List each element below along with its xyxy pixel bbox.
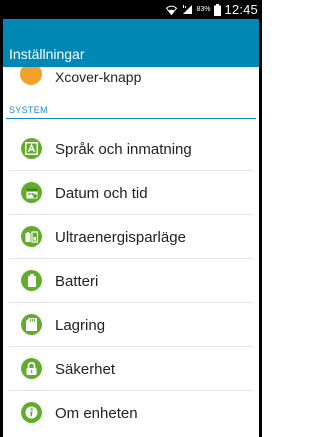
status-bar: 83% 12:45: [0, 0, 262, 19]
battery-percent: 83%: [196, 6, 211, 13]
list-item-label: Batteri: [55, 273, 99, 290]
phone-screen: 83% 12:45 Inställningar Xcover-knapp SYS…: [0, 0, 262, 437]
status-clock: 12:45: [224, 2, 258, 17]
list-item-label: Xcover-knapp: [55, 69, 142, 85]
list-item-label: Ultraenergisparläge: [55, 229, 186, 246]
battery-icon: [214, 3, 222, 16]
wifi-icon: [166, 5, 178, 15]
storage-icon: [21, 314, 42, 335]
list-item-about-device[interactable]: Om enheten: [0, 391, 262, 435]
section-divider: [6, 118, 256, 119]
list-item-ultra-power-saving[interactable]: Ultraenergisparläge: [0, 215, 262, 259]
list-item-language-input[interactable]: Språk och inmatning: [0, 127, 262, 171]
list-item-label: Om enheten: [55, 405, 138, 422]
list-item-label: Datum och tid: [55, 185, 148, 202]
page-title: Inställningar: [9, 46, 85, 62]
battery-icon: [21, 270, 42, 291]
info-icon: [21, 402, 42, 423]
list-item-label: Lagring: [55, 317, 106, 334]
list-item-label: Språk och inmatning: [55, 141, 192, 158]
list-item-security[interactable]: Säkerhet: [0, 347, 262, 391]
section-title: SYSTEM: [9, 105, 48, 115]
list-item-storage[interactable]: Lagring: [0, 303, 262, 347]
list-item-battery[interactable]: Batteri: [0, 259, 262, 303]
language-icon: [21, 138, 42, 159]
section-header-system: SYSTEM: [0, 105, 262, 127]
calendar-icon: [21, 182, 42, 203]
action-bar: Inställningar: [0, 19, 262, 67]
lock-icon: [21, 358, 42, 379]
list-item-label: Säkerhet: [55, 361, 116, 378]
signal-icon: [181, 4, 193, 15]
list-item-date-time[interactable]: Datum och tid: [0, 171, 262, 215]
power-saving-icon: [21, 226, 42, 247]
